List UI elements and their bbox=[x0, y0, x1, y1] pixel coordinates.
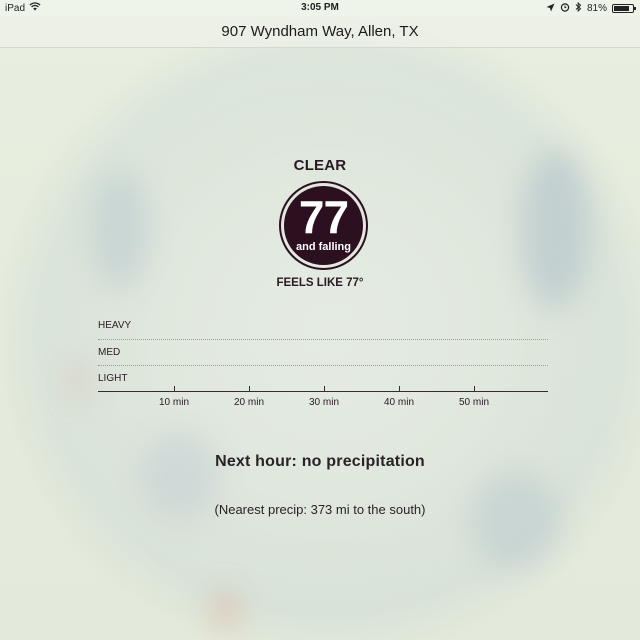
tick-label-30-min: 30 min bbox=[308, 397, 339, 408]
tick-30-min bbox=[324, 386, 325, 392]
temperature-trend: and falling bbox=[296, 241, 351, 253]
bluetooth-icon bbox=[575, 1, 582, 15]
temperature-value: 77 bbox=[298, 191, 349, 243]
level-heavy-label: HEAVY bbox=[98, 320, 132, 331]
status-time: 3:05 PM bbox=[301, 2, 339, 13]
feels-like: FEELS LIKE 77° bbox=[276, 277, 364, 289]
location-header[interactable]: 907 Wyndham Way, Allen, TX bbox=[0, 16, 640, 48]
weather-condition: CLEAR bbox=[293, 157, 347, 174]
map-blur bbox=[70, 360, 88, 400]
temperature-badge: 77 and falling bbox=[284, 186, 363, 265]
tick-label-10-min: 10 min bbox=[158, 397, 189, 408]
battery-percent: 81% bbox=[586, 3, 607, 14]
time-axis bbox=[98, 391, 548, 392]
tick-20-min bbox=[249, 386, 250, 392]
map-blur bbox=[90, 170, 150, 290]
tick-label-40-min: 40 min bbox=[383, 397, 414, 408]
status-bar: iPad 3:05 PM 81% bbox=[0, 0, 640, 16]
map-blur bbox=[470, 470, 560, 570]
precipitation-graph: HEAVY MED LIGHT 10 min 20 min 30 min 40 … bbox=[98, 318, 548, 418]
level-med-gridline bbox=[98, 365, 548, 366]
nearest-precip: (Nearest precip: 373 mi to the south) bbox=[214, 502, 426, 517]
level-light-label: LIGHT bbox=[98, 373, 128, 384]
alarm-icon bbox=[560, 2, 570, 15]
tick-label-20-min: 20 min bbox=[233, 397, 264, 408]
location-arrow-icon bbox=[546, 3, 555, 15]
tick-40-min bbox=[399, 386, 400, 392]
map-blur bbox=[210, 590, 240, 630]
next-hour-summary: Next hour: no precipitation bbox=[215, 453, 425, 470]
level-heavy-gridline bbox=[98, 339, 548, 340]
temperature-circle[interactable]: 77 and falling bbox=[279, 181, 368, 270]
tick-50-min bbox=[474, 386, 475, 392]
battery-icon bbox=[612, 4, 636, 13]
tick-10-min bbox=[174, 386, 175, 392]
tick-label-50-min: 50 min bbox=[458, 397, 489, 408]
battery-fill bbox=[614, 6, 629, 11]
level-med-label: MED bbox=[98, 347, 121, 358]
status-right: 81% bbox=[546, 1, 636, 15]
